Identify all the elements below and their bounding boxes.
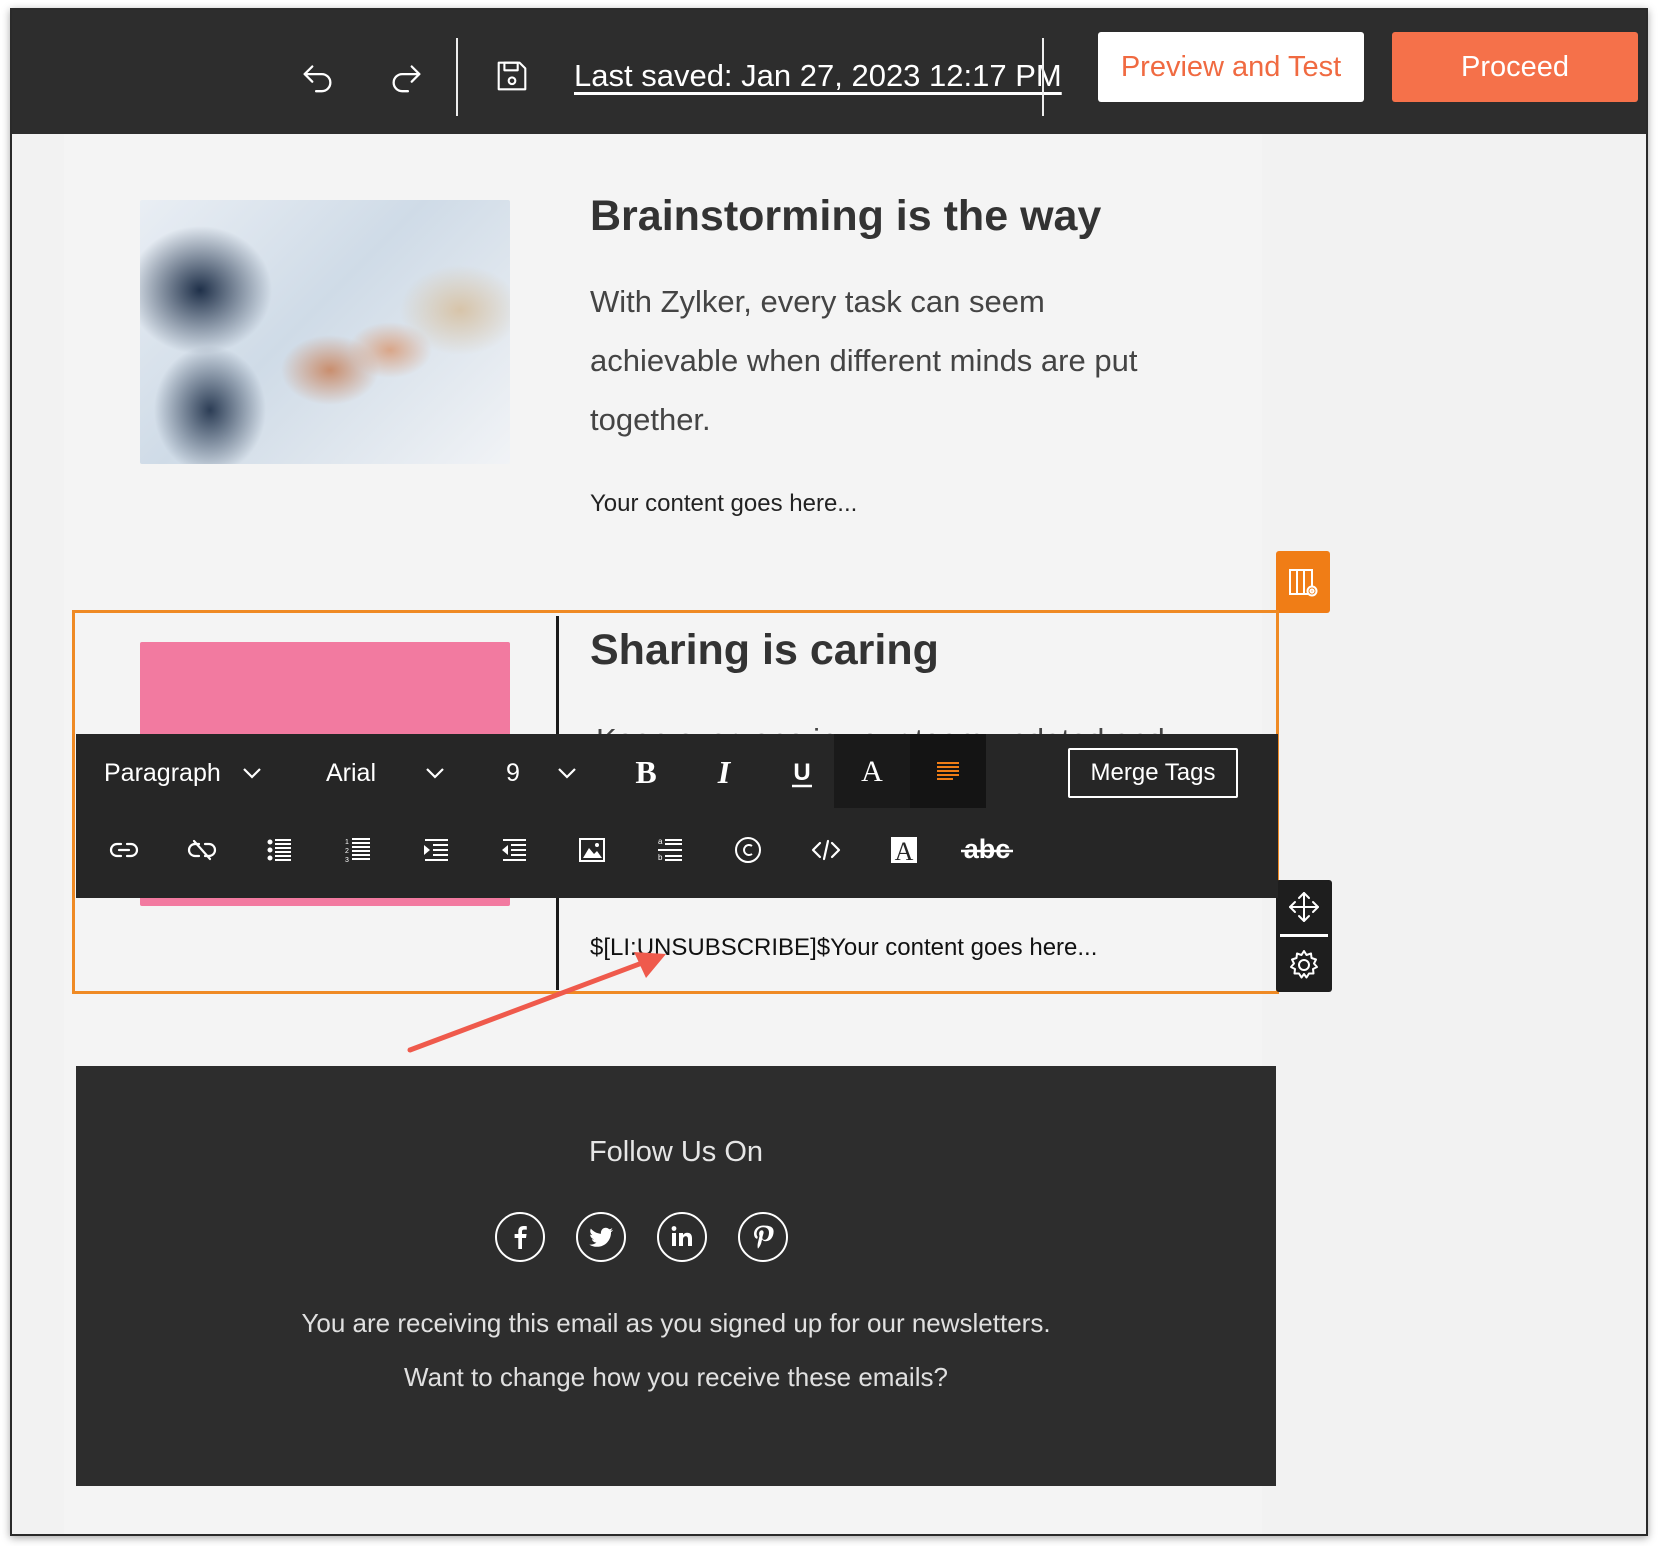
- toolbar-separator: [456, 38, 458, 116]
- font-size-select[interactable]: 9: [506, 752, 580, 794]
- svg-text:A: A: [895, 837, 914, 866]
- underline-icon[interactable]: U: [772, 748, 832, 798]
- redo-icon[interactable]: [384, 54, 428, 98]
- svg-text:abc: abc: [964, 834, 1011, 864]
- side-tools-divider: [1280, 934, 1328, 937]
- last-saved-link[interactable]: Last saved: Jan 27, 2023 12:17 PM: [574, 54, 1062, 98]
- svg-text:A: A: [861, 755, 883, 788]
- rich-text-toolbar: Paragraph Arial 9 B I U A Merge Tags 1 2…: [76, 734, 1278, 898]
- move-icon[interactable]: [1276, 880, 1332, 934]
- svg-text:a: a: [658, 837, 663, 846]
- line-height-icon[interactable]: a b: [640, 822, 700, 878]
- toolbar-separator: [1042, 38, 1044, 116]
- chevron-down-icon: [426, 768, 444, 779]
- undo-icon[interactable]: [296, 54, 340, 98]
- bullet-list-icon[interactable]: [250, 822, 310, 878]
- chevron-down-icon: [558, 768, 576, 779]
- link-icon[interactable]: [94, 822, 154, 878]
- format-value: Paragraph: [104, 758, 221, 787]
- indent-icon[interactable]: [406, 822, 466, 878]
- numbered-list-icon[interactable]: 1 2 3: [328, 822, 388, 878]
- align-justify-icon[interactable]: [910, 734, 986, 808]
- font-family-select[interactable]: Arial: [326, 752, 448, 794]
- column-settings-button[interactable]: [1276, 551, 1330, 613]
- svg-text:U: U: [793, 759, 810, 786]
- section2-heading[interactable]: Sharing is caring: [590, 626, 939, 675]
- section1-heading[interactable]: Brainstorming is the way: [590, 192, 1101, 241]
- footer-note-change-preferences: Want to change how you receive these ema…: [404, 1362, 948, 1392]
- copyright-icon[interactable]: [718, 822, 778, 878]
- size-value: 9: [506, 758, 520, 787]
- strikethrough-icon[interactable]: abc: [942, 822, 1032, 878]
- insert-image-icon[interactable]: [562, 822, 622, 878]
- twitter-icon[interactable]: [576, 1212, 626, 1262]
- italic-icon[interactable]: I: [694, 748, 754, 798]
- chevron-down-icon: [242, 768, 261, 779]
- svg-text:b: b: [658, 853, 663, 862]
- floppy-save-icon[interactable]: [490, 54, 534, 98]
- font-color-icon[interactable]: A: [834, 734, 910, 808]
- teamwork-hands-image[interactable]: [140, 200, 510, 464]
- gear-icon[interactable]: [1276, 938, 1332, 992]
- paragraph-format-select[interactable]: Paragraph: [104, 752, 265, 794]
- footer-note-subscribed: You are receiving this email as you sign…: [301, 1308, 1051, 1338]
- svg-text:1: 1: [345, 839, 349, 846]
- email-footer: Follow Us On You are receiving this emai…: [76, 1066, 1276, 1486]
- svg-text:I: I: [717, 756, 732, 790]
- font-value: Arial: [326, 758, 377, 787]
- svg-text:2: 2: [345, 848, 349, 855]
- svg-text:3: 3: [345, 857, 349, 864]
- editor-window: Last saved: Jan 27, 2023 12:17 PM Previe…: [10, 8, 1648, 1536]
- section1-content[interactable]: Your content goes here...: [590, 490, 857, 518]
- follow-us-heading: Follow Us On: [588, 1136, 764, 1168]
- top-bar: Last saved: Jan 27, 2023 12:17 PM Previe…: [12, 10, 1646, 134]
- linkedin-icon[interactable]: [657, 1212, 707, 1262]
- unsubscribe-content[interactable]: $[LI:UNSUBSCRIBE]$Your content goes here…: [590, 934, 1097, 962]
- svg-text:B: B: [635, 756, 656, 790]
- row-side-tools: [1276, 880, 1332, 992]
- source-code-icon[interactable]: [796, 822, 856, 878]
- section1-paragraph[interactable]: With Zylker, every task can seem achieva…: [590, 272, 1190, 449]
- pinterest-icon[interactable]: [738, 1212, 788, 1262]
- bold-icon[interactable]: B: [616, 748, 676, 798]
- proceed-button[interactable]: Proceed: [1392, 32, 1638, 102]
- outdent-icon[interactable]: [484, 822, 544, 878]
- merge-tags-button[interactable]: Merge Tags: [1068, 748, 1238, 798]
- background-color-icon[interactable]: A: [874, 822, 934, 878]
- facebook-icon[interactable]: [495, 1212, 545, 1262]
- preview-and-test-button[interactable]: Preview and Test: [1098, 32, 1364, 102]
- unlink-icon[interactable]: [172, 822, 232, 878]
